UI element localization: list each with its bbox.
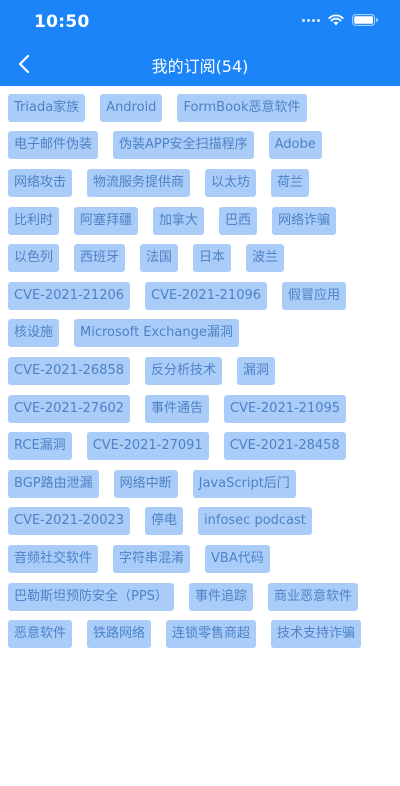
subscription-tag[interactable]: CVE-2021-20023 (8, 507, 131, 536)
subscription-tag[interactable]: 漏洞 (237, 356, 276, 385)
tag-row: 电子邮件伪装 伪装APP安全扫描程序 Adobe (8, 127, 398, 165)
subscription-tag[interactable]: 伪装APP安全扫描程序 (113, 131, 254, 160)
wifi-icon (328, 14, 344, 26)
subscription-tag[interactable]: 核设施 (8, 319, 60, 348)
subscription-tag[interactable]: 以太坊 (205, 168, 257, 197)
subscription-tag[interactable]: 荷兰 (271, 168, 310, 197)
subscription-tag[interactable]: CVE-2021-26858 (8, 356, 131, 385)
subscription-tag[interactable]: infosec podcast (198, 507, 312, 536)
tag-row: CVE-2021-27602 事件通告 CVE-2021-21095 (8, 390, 398, 428)
subscription-tag[interactable]: 商业恶意软件 (267, 582, 358, 611)
subscription-tag[interactable]: 巴勒斯坦预防安全（PPS） (8, 582, 174, 611)
tag-row: 核设施 Microsoft Exchange漏洞 (8, 315, 398, 353)
subscription-tag[interactable]: CVE-2021-21206 (8, 281, 131, 310)
subscription-tag[interactable]: 网络中断 (113, 469, 178, 498)
subscription-tag[interactable]: CVE-2021-27602 (8, 394, 131, 423)
subscription-tag[interactable]: Android (100, 93, 163, 122)
subscription-tag[interactable]: CVE-2021-21095 (224, 394, 347, 423)
subscription-tag[interactable]: 法国 (140, 244, 179, 273)
subscription-tag[interactable]: FormBook恶意软件 (177, 93, 307, 122)
subscription-tag[interactable]: 恶意软件 (8, 620, 73, 649)
subscription-tag[interactable]: 字符串混淆 (113, 544, 191, 573)
subscription-tag[interactable]: 电子邮件伪装 (8, 131, 99, 160)
subscription-tag-list: Triada家族 Android FormBook恶意软件电子邮件伪装 伪装APP安全… (8, 89, 398, 653)
subscription-tag[interactable]: 反分析技术 (145, 356, 223, 385)
subscription-tag[interactable]: Triada家族 (8, 93, 86, 122)
subscription-tag[interactable]: 技术支持诈骗 (271, 620, 362, 649)
tag-row: 巴勒斯坦预防安全（PPS） 事件追踪 商业恶意软件 (8, 578, 398, 616)
status-time: 10:50 (34, 12, 90, 32)
subscription-tag[interactable]: 事件追踪 (188, 582, 253, 611)
subscription-tag[interactable]: 阿塞拜疆 (74, 206, 139, 235)
tag-row: Triada家族 Android FormBook恶意软件 (8, 89, 398, 127)
subscription-tag[interactable]: 连锁零售商超 (166, 620, 257, 649)
subscription-tag[interactable]: Adobe (268, 131, 322, 160)
subscription-tag[interactable]: 网络攻击 (8, 168, 73, 197)
subscription-tag[interactable]: 加拿大 (153, 206, 205, 235)
subscription-tag[interactable]: 日本 (193, 244, 232, 273)
subscription-tag[interactable]: 假冒应用 (282, 281, 347, 310)
tag-row: CVE-2021-20023 停电 infosec podcast (8, 503, 398, 541)
tag-row: 音频社交软件 字符串混淆 VBA代码 (8, 540, 398, 578)
subscription-tag[interactable]: 网络诈骗 (272, 206, 337, 235)
subscription-tag[interactable]: Microsoft Exchange漏洞 (74, 319, 239, 348)
subscription-tag[interactable]: 西班牙 (74, 244, 126, 273)
subscription-tag[interactable]: CVE-2021-27091 (86, 432, 209, 461)
subscription-tag[interactable]: JavaScript后门 (192, 469, 296, 498)
tag-row: CVE-2021-26858 反分析技术 漏洞 (8, 352, 398, 390)
battery-icon (352, 14, 378, 26)
subscription-tag[interactable]: 停电 (145, 507, 184, 536)
subscription-tag[interactable]: 音频社交软件 (8, 544, 99, 573)
subscription-tag[interactable]: RCE漏洞 (8, 432, 72, 461)
subscription-tag[interactable]: VBA代码 (205, 544, 270, 573)
status-icons (302, 14, 378, 26)
subscription-tag[interactable]: 事件通告 (145, 394, 210, 423)
tag-row: 网络攻击 物流服务提供商 以太坊 荷兰 (8, 164, 398, 202)
cellular-signal-icon (302, 18, 320, 22)
tag-row: 恶意软件 铁路网络 连锁零售商超 技术支持诈骗 (8, 615, 398, 653)
tag-row: RCE漏洞 CVE-2021-27091 CVE-2021-28458 (8, 427, 398, 465)
subscription-tag[interactable]: 比利时 (8, 206, 60, 235)
tag-row: CVE-2021-21206 CVE-2021-21096 假冒应用 (8, 277, 398, 315)
subscription-tag[interactable]: 铁路网络 (87, 620, 152, 649)
tag-row: 比利时 阿塞拜疆 加拿大 巴西 网络诈骗 (8, 202, 398, 240)
page-title: 我的订阅(54) (151, 57, 249, 76)
subscription-tag[interactable]: BGP路由泄漏 (8, 469, 99, 498)
status-bar: 10:50 (0, 0, 400, 42)
subscription-tag[interactable]: CVE-2021-28458 (223, 432, 346, 461)
subscription-tag[interactable]: 巴西 (219, 206, 258, 235)
tag-row: 以色列 西班牙 法国 日本 波兰 (8, 239, 398, 277)
subscription-tag[interactable]: 波兰 (246, 244, 285, 273)
subscription-tag[interactable]: 以色列 (8, 244, 60, 273)
tag-row: BGP路由泄漏 网络中断 JavaScript后门 (8, 465, 398, 503)
subscription-tag[interactable]: 物流服务提供商 (87, 168, 191, 197)
nav-header: 我的订阅(54) (0, 42, 400, 86)
subscription-tag[interactable]: CVE-2021-21096 (145, 281, 268, 310)
